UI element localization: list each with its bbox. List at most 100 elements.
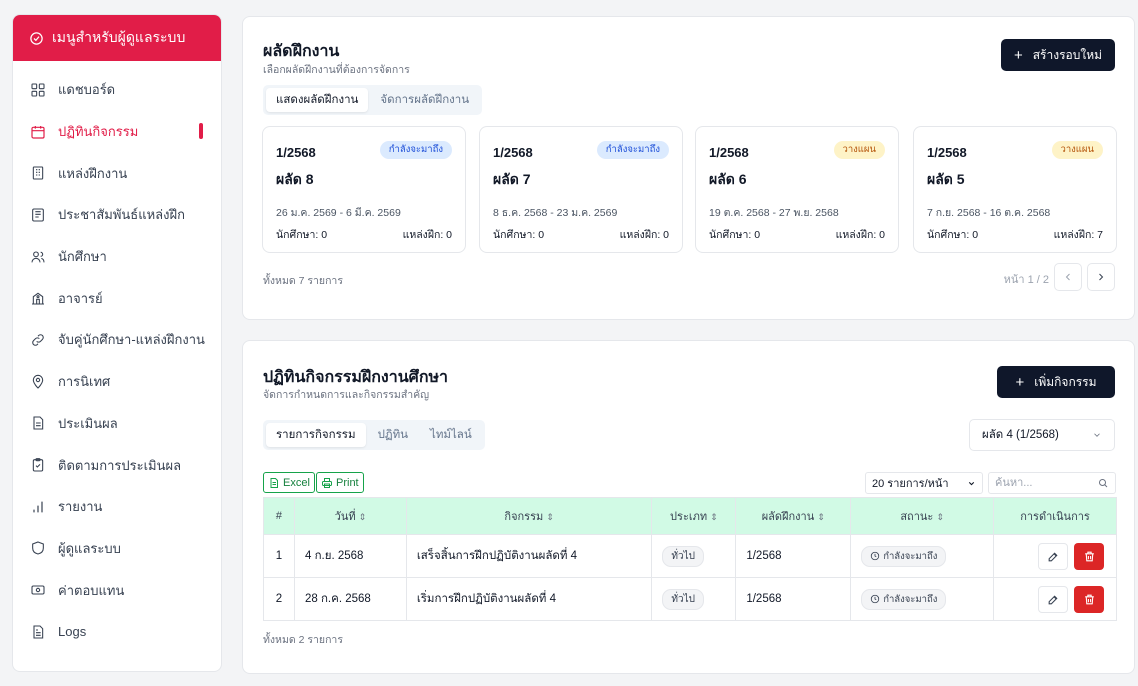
sidebar-item-label: ปฏิทินกิจกรรม xyxy=(58,124,139,140)
sidebar-item-label: ประชาสัมพันธ์แหล่งฝึก xyxy=(58,207,185,223)
status-badge: กำลังจะมาถึง xyxy=(861,588,947,610)
per-page-value: 20 รายการ/หน้า xyxy=(872,478,949,490)
column-header-date[interactable]: วันที่ ⇕ xyxy=(293,497,407,535)
activities-total: ทั้งหมด 2 รายการ xyxy=(263,634,343,646)
sidebar-item-logs[interactable]: Logs xyxy=(13,611,221,653)
type-chip: ทั่วไป xyxy=(662,588,704,610)
column-header-status[interactable]: สถานะ ⇕ xyxy=(850,497,995,535)
round-name: ผลัด 5 xyxy=(927,171,965,187)
table-row: 2 28 ก.ค. 2568 เริ่มการฝึกปฏิบัติงานผลัด… xyxy=(263,577,1117,621)
create-round-button[interactable]: + สร้างรอบใหม่ xyxy=(1001,39,1115,71)
tab-manage-rounds[interactable]: จัดการผลัดฝึกงาน xyxy=(370,88,479,112)
tab-timeline[interactable]: ไทม์ไลน์ xyxy=(420,423,482,447)
page-indicator: หน้า 1 / 2 xyxy=(1003,274,1049,286)
plus-icon: + xyxy=(1015,373,1025,391)
sidebar-item-reports[interactable]: รายงาน xyxy=(13,486,221,528)
sort-icon: ⇕ xyxy=(710,512,718,522)
delete-button[interactable] xyxy=(1074,585,1104,613)
sidebar-item-supervision[interactable]: การนิเทศ xyxy=(13,361,221,403)
column-header-number: # xyxy=(263,497,295,535)
tab-show-rounds[interactable]: แสดงผลัดฝึกงาน xyxy=(266,88,369,112)
rounds-tabs: แสดงผลัดฝึกงาน จัดการผลัดฝึกงาน xyxy=(263,85,483,115)
sidebar-item-training-sites[interactable]: แหล่งฝึกงาน xyxy=(13,152,221,194)
sidebar-item-calendar[interactable]: ปฏิทินกิจกรรม xyxy=(13,111,221,153)
edit-button[interactable] xyxy=(1038,585,1068,613)
chevron-right-icon xyxy=(1099,273,1104,281)
round-card[interactable]: 1/2568 กำลังจะมาถึง ผลัด 7 8 ธ.ค. 2568 -… xyxy=(479,126,683,253)
school-icon xyxy=(32,292,44,305)
rounds-panel: ผลัดฝึกงาน เลือกผลัดฝึกงานที่ต้องการจัดก… xyxy=(242,16,1135,320)
sidebar-item-label: รายงาน xyxy=(58,499,103,515)
round-card[interactable]: 1/2568 กำลังจะมาถึง ผลัด 8 26 ม.ค. 2569 … xyxy=(262,126,466,253)
round-site-count: แหล่งฝึก: 0 xyxy=(835,229,885,241)
row-number: 1 xyxy=(263,534,295,578)
print-label: Print xyxy=(336,476,359,489)
prev-page-button[interactable] xyxy=(1054,263,1082,291)
sort-icon: ⇕ xyxy=(358,512,367,522)
round-student-count: นักศึกษา: 0 xyxy=(709,229,761,241)
search-input[interactable] xyxy=(995,477,1090,489)
add-activity-button[interactable]: + เพิ่มกิจกรรม xyxy=(997,366,1115,398)
column-header-actions: การดำเนินการ xyxy=(993,497,1117,535)
sidebar-item-label: ผู้ดูแลระบบ xyxy=(58,540,121,556)
clipboard-check-icon xyxy=(32,458,44,472)
row-round: 1/2568 xyxy=(735,577,852,621)
file-text-icon xyxy=(33,625,44,639)
round-card[interactable]: 1/2568 วางแผน ผลัด 6 19 ต.ค. 2568 - 27 พ… xyxy=(695,126,899,253)
bar-chart-icon xyxy=(33,501,43,513)
sidebar-item-dashboard[interactable]: แดชบอร์ด xyxy=(13,69,221,111)
round-dates: 8 ธ.ค. 2568 - 23 ม.ค. 2569 xyxy=(493,207,618,219)
round-dates: 26 ม.ค. 2569 - 6 มี.ค. 2569 xyxy=(276,207,401,219)
type-chip: ทั่วไป xyxy=(662,545,704,567)
spreadsheet-icon xyxy=(270,477,278,488)
sort-icon: ⇕ xyxy=(936,512,944,522)
round-site-count: แหล่งฝึก: 7 xyxy=(1053,229,1103,241)
per-page-select[interactable]: 20 รายการ/หน้า xyxy=(865,472,983,494)
sidebar-item-students[interactable]: นักศึกษา xyxy=(13,236,221,278)
round-select[interactable]: ผลัด 4 (1/2568) xyxy=(969,419,1115,451)
create-round-label: สร้างรอบใหม่ xyxy=(1032,47,1103,62)
activities-panel-subtitle: จัดการกำหนดการและกิจกรรมสำคัญ xyxy=(263,389,430,401)
round-site-count: แหล่งฝึก: 0 xyxy=(402,229,452,241)
print-button[interactable]: Print xyxy=(316,472,364,493)
search-box xyxy=(988,472,1116,494)
sidebar-item-evaluation-tracking[interactable]: ติดตามการประเมินผล xyxy=(13,444,221,486)
trash-icon xyxy=(1084,594,1094,604)
row-activity: เริ่มการฝึกปฏิบัติงานผลัดที่ 4 xyxy=(405,577,653,621)
chevron-down-icon xyxy=(968,481,975,485)
status-label: กำลังจะมาถึง xyxy=(883,593,938,605)
sidebar-item-compensation[interactable]: ค่าตอบแทน xyxy=(13,569,221,611)
activities-table: # วันที่ ⇕ กิจกรรม ⇕ ประเภท ⇕ ผลัดฝึกงาน ⇕ ส… xyxy=(263,497,1117,621)
round-student-count: นักศึกษา: 0 xyxy=(927,229,979,241)
tab-activity-list[interactable]: รายการกิจกรรม xyxy=(266,423,366,447)
column-header-activity[interactable]: กิจกรรม ⇕ xyxy=(405,497,653,535)
round-term: 1/2568 xyxy=(493,145,533,160)
sidebar-item-matching[interactable]: จับคู่นักศึกษา-แหล่งฝึกงาน xyxy=(13,319,221,361)
sidebar-item-teachers[interactable]: อาจารย์ xyxy=(13,277,221,319)
sidebar-item-evaluation[interactable]: ประเมินผล xyxy=(13,403,221,445)
table-row: 1 4 ก.ย. 2568 เสร็จสิ้นการฝึกปฏิบัติงานผ… xyxy=(263,534,1117,578)
column-header-type[interactable]: ประเภท ⇕ xyxy=(651,497,737,535)
link-icon xyxy=(32,334,44,346)
delete-button[interactable] xyxy=(1074,542,1104,570)
sidebar-item-label: การนิเทศ xyxy=(58,374,111,390)
sidebar-item-site-announcements[interactable]: ประชาสัมพันธ์แหล่งฝึก xyxy=(13,194,221,236)
next-page-button[interactable] xyxy=(1087,263,1115,291)
export-excel-button[interactable]: Excel xyxy=(263,472,315,493)
sidebar-header: เมนูสำหรับผู้ดูแลระบบ xyxy=(13,15,221,61)
calendar-icon xyxy=(31,125,45,139)
sidebar-item-admins[interactable]: ผู้ดูแลระบบ xyxy=(13,528,221,570)
newspaper-icon xyxy=(32,208,44,222)
edit-button[interactable] xyxy=(1038,542,1068,570)
column-header-round[interactable]: ผลัดฝึกงาน ⇕ xyxy=(735,497,852,535)
sort-icon: ⇕ xyxy=(546,512,554,522)
clock-icon xyxy=(871,594,880,604)
add-activity-label: เพิ่มกิจกรรม xyxy=(1034,374,1097,389)
printer-icon xyxy=(322,477,332,488)
round-dates: 7 ก.ย. 2568 - 16 ต.ค. 2568 xyxy=(927,207,1051,219)
document-icon xyxy=(33,416,44,430)
tab-calendar[interactable]: ปฏิทิน xyxy=(368,423,418,447)
round-card[interactable]: 1/2568 วางแผน ผลัด 5 7 ก.ย. 2568 - 16 ต.… xyxy=(913,126,1117,253)
users-icon xyxy=(31,251,45,262)
status-badge: วางแผน xyxy=(833,141,885,159)
